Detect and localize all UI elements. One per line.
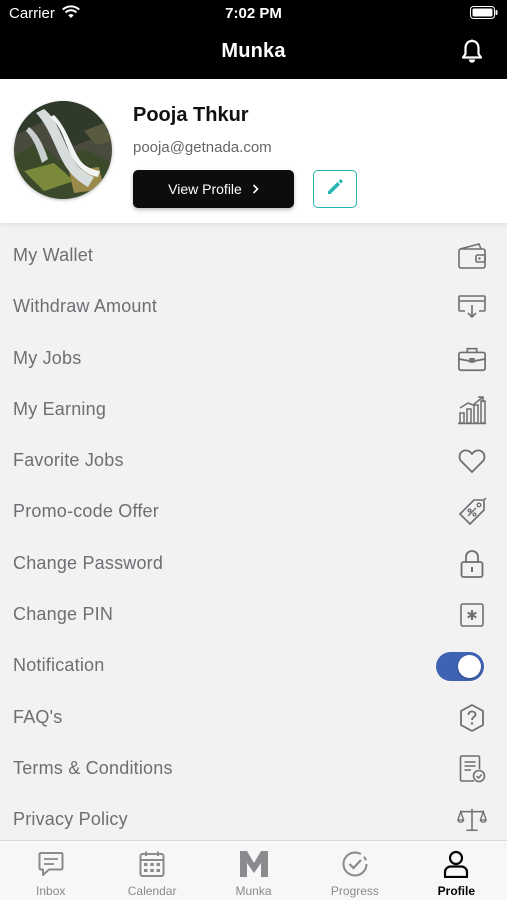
nav-bar: Munka (0, 26, 507, 79)
briefcase-icon (457, 344, 487, 374)
menu-item-label: Change PIN (13, 604, 114, 625)
menu-item-label: My Jobs (13, 347, 82, 368)
menu-item-my-wallet[interactable]: My Wallet (0, 231, 507, 282)
avatar[interactable] (14, 101, 112, 199)
menu-item-my-jobs[interactable]: My Jobs (0, 334, 507, 385)
menu-item-label: Privacy Policy (13, 809, 128, 830)
menu-item-my-earning[interactable]: My Earning (0, 385, 507, 436)
person-icon (442, 850, 470, 883)
status-time: 7:02 PM (225, 5, 282, 22)
tab-label: Progress (330, 884, 379, 898)
view-profile-label: View Profile (168, 181, 242, 197)
tab-label: Profile (437, 884, 475, 898)
menu-item-terms-conditions[interactable]: Terms & Conditions (0, 744, 507, 795)
status-bar: Carrier 7:02 PM (0, 0, 507, 26)
document-check-icon (457, 754, 487, 784)
view-profile-button[interactable]: View Profile (133, 170, 294, 208)
menu-item-withdraw-amount[interactable]: Withdraw Amount (0, 282, 507, 333)
menu-item-notification[interactable]: Notification (0, 641, 507, 692)
menu-item-promo-code-offer[interactable]: Promo-code Offer (0, 487, 507, 538)
menu-item-label: Favorite Jobs (13, 450, 124, 471)
toggle-knob (458, 655, 481, 679)
page-title: Munka (221, 40, 286, 62)
notification-toggle[interactable] (436, 652, 484, 682)
tab-label: Inbox (36, 884, 66, 898)
heart-icon (457, 446, 487, 476)
progress-check-icon (341, 850, 369, 883)
menu-item-label: Withdraw Amount (13, 296, 158, 317)
user-email: pooja@getnada.com (133, 139, 272, 156)
menu-item-change-pin[interactable]: Change PIN (0, 590, 507, 641)
user-name: Pooja Thkur (133, 104, 249, 126)
pencil-icon (325, 177, 345, 202)
menu-item-faqs[interactable]: FAQ's (0, 693, 507, 744)
menu-item-label: Notification (13, 655, 105, 676)
tab-profile[interactable]: Profile (406, 841, 507, 900)
profile-card: Pooja Thkur pooja@getnada.com View Profi… (0, 79, 507, 223)
menu-item-privacy-policy[interactable]: Privacy Policy (0, 795, 507, 846)
chat-icon (37, 850, 65, 883)
bell-icon[interactable] (461, 39, 483, 68)
munka-logo-icon (239, 850, 269, 883)
tab-bar: Inbox Calendar Munka Progress Profile (0, 840, 507, 900)
tab-inbox[interactable]: Inbox (0, 841, 101, 900)
menu-item-change-password[interactable]: Change Password (0, 539, 507, 590)
menu-item-label: Terms & Conditions (13, 757, 173, 778)
withdraw-card-icon (457, 292, 487, 322)
tab-munka[interactable]: Munka (203, 841, 304, 900)
menu-item-label: Promo-code Offer (13, 501, 159, 522)
tab-calendar[interactable]: Calendar (101, 841, 202, 900)
question-icon (457, 703, 487, 733)
menu-item-label: FAQ's (13, 706, 63, 727)
earning-chart-icon (457, 395, 487, 425)
promo-tag-icon (457, 497, 487, 527)
menu-item-favorite-jobs[interactable]: Favorite Jobs (0, 436, 507, 487)
wallet-icon (457, 241, 487, 271)
chevron-right-icon (252, 181, 259, 197)
lock-icon (457, 549, 487, 579)
tab-label: Calendar (127, 884, 177, 898)
menu-item-label: My Wallet (13, 245, 94, 265)
menu-item-label: Change Password (13, 552, 164, 573)
menu-list: My Wallet Withdraw Amount My Jobs My Ear… (0, 231, 507, 847)
tab-progress[interactable]: Progress (304, 841, 405, 900)
pin-icon (457, 600, 487, 630)
battery-icon (470, 6, 498, 24)
menu-item-label: My Earning (13, 398, 107, 419)
tab-label: Munka (235, 884, 272, 898)
calendar-icon (138, 850, 166, 883)
edit-profile-button[interactable] (313, 170, 357, 208)
scales-icon (457, 805, 487, 835)
